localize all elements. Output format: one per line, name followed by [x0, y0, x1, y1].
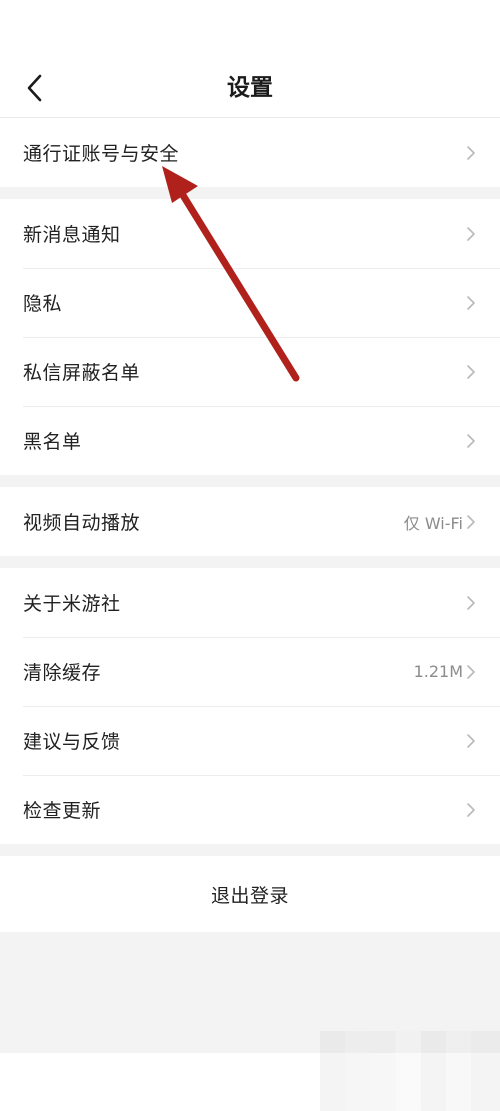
group-gap [0, 844, 500, 856]
navigation-bar: 设置 [0, 58, 500, 118]
settings-group-about: 关于米游社 清除缓存 1.21M 建议与反馈 检查更新 [0, 568, 500, 844]
row-label: 清除缓存 [23, 662, 102, 684]
back-button[interactable] [14, 68, 54, 108]
chevron-right-icon [466, 364, 476, 380]
row-value: 1.21M [413, 662, 463, 681]
row-label: 私信屏蔽名单 [23, 362, 141, 384]
chevron-right-icon [466, 145, 476, 161]
row-value: 仅 Wi-Fi [403, 513, 463, 533]
settings-group-notifications: 新消息通知 隐私 私信屏蔽名单 黑名单 [0, 199, 500, 475]
status-bar-area [0, 0, 500, 58]
row-clear-cache[interactable]: 清除缓存 1.21M [0, 637, 500, 706]
logout-button[interactable]: 退出登录 [0, 856, 500, 932]
row-divider [23, 268, 500, 269]
row-message-block-list[interactable]: 私信屏蔽名单 [0, 337, 500, 406]
chevron-right-icon [466, 514, 476, 530]
row-account-security[interactable]: 通行证账号与安全 [0, 118, 500, 187]
row-divider [23, 775, 500, 776]
row-feedback[interactable]: 建议与反馈 [0, 706, 500, 775]
row-label: 新消息通知 [23, 224, 121, 246]
row-about[interactable]: 关于米游社 [0, 568, 500, 637]
chevron-right-icon [466, 595, 476, 611]
row-label: 通行证账号与安全 [23, 143, 180, 165]
group-gap [0, 556, 500, 568]
row-divider [23, 637, 500, 638]
row-check-update[interactable]: 检查更新 [0, 775, 500, 844]
settings-group-account: 通行证账号与安全 [0, 118, 500, 187]
row-label: 视频自动播放 [23, 512, 141, 534]
row-new-message-notification[interactable]: 新消息通知 [0, 199, 500, 268]
chevron-right-icon [466, 433, 476, 449]
chevron-right-icon [466, 802, 476, 818]
chevron-left-icon [27, 74, 42, 102]
row-label: 黑名单 [23, 431, 82, 453]
chevron-right-icon [466, 295, 476, 311]
chevron-right-icon [466, 733, 476, 749]
row-divider [23, 706, 500, 707]
row-blacklist[interactable]: 黑名单 [0, 406, 500, 475]
chevron-right-icon [466, 226, 476, 242]
row-label: 建议与反馈 [23, 731, 121, 753]
row-video-autoplay[interactable]: 视频自动播放 仅 Wi-Fi [0, 487, 500, 556]
row-label: 检查更新 [23, 800, 102, 822]
group-gap [0, 187, 500, 199]
group-gap [0, 475, 500, 487]
logout-label: 退出登录 [210, 884, 289, 907]
settings-group-video: 视频自动播放 仅 Wi-Fi [0, 487, 500, 556]
row-divider [23, 406, 500, 407]
chevron-right-icon [466, 664, 476, 680]
row-privacy[interactable]: 隐私 [0, 268, 500, 337]
row-label: 隐私 [23, 293, 63, 315]
blurred-watermark [320, 1031, 500, 1111]
row-label: 关于米游社 [23, 593, 121, 615]
page-title: 设置 [227, 75, 273, 101]
row-divider [23, 337, 500, 338]
